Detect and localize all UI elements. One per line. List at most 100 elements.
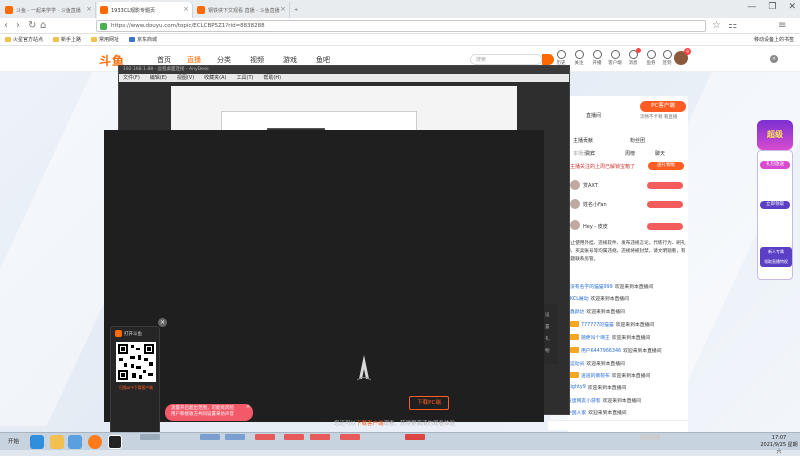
tab-close-icon[interactable]: ×: [183, 5, 189, 13]
header-message[interactable]: 消息: [624, 48, 642, 66]
taskbar-item[interactable]: [405, 434, 425, 440]
browser-tab-1[interactable]: 斗鱼 - 一起来学学 · 斗鱼直播 ×: [2, 2, 96, 18]
close-window-button[interactable]: ✕: [788, 2, 796, 12]
panel-tab-fans[interactable]: 粉丝团: [630, 137, 645, 144]
ie-browser-icon[interactable]: [30, 435, 44, 449]
nav-fishbar[interactable]: 鱼吧: [316, 55, 330, 65]
rank-badge: [647, 223, 683, 230]
mobile-bookmarks[interactable]: 移动设备上的书签: [754, 36, 794, 43]
active-app-icon[interactable]: [108, 435, 122, 449]
room-section-label: 直播间: [586, 113, 602, 119]
side-label[interactable]: 礼: [545, 336, 550, 342]
bookmark-item[interactable]: 常用网址: [91, 36, 119, 43]
new-tab-button[interactable]: +: [291, 2, 305, 18]
panel-tab-host[interactable]: 主播贡献: [573, 137, 593, 144]
qr-download-card[interactable]: 打开斗鱼 扫描APP下载客户端: [110, 326, 160, 438]
back-icon[interactable]: ‹: [4, 20, 8, 31]
toast-close-icon[interactable]: ×: [246, 404, 252, 410]
promo-widget[interactable]: 超级 礼包放送 立即领取 新人专属 领取直播特权: [757, 120, 793, 290]
panel-tab-chat[interactable]: 聊天: [655, 150, 665, 157]
nav-video[interactable]: 视频: [250, 55, 264, 65]
rank-avatar[interactable]: [570, 199, 580, 209]
taskbar-item[interactable]: [340, 434, 360, 440]
extensions-icon[interactable]: ⚏: [728, 20, 737, 31]
video-player[interactable]: 下载PC端 您还可以下载客户端观看，获得更高清的观看体验: [104, 130, 544, 427]
nav-home[interactable]: 首页: [157, 55, 171, 65]
browser-tab-bar: 斗鱼 - 一起来学学 · 斗鱼直播 × 1933CL观影专题页 × 钢铁侠下文观…: [0, 0, 800, 18]
panel-tab-weekly[interactable]: 周榜: [625, 150, 635, 157]
menu-edit[interactable]: 编辑(E): [150, 74, 167, 82]
side-label[interactable]: 设: [545, 312, 550, 318]
rank-badge: [647, 201, 683, 208]
rank-name[interactable]: 姓名小Fan: [583, 201, 607, 208]
browser-nav-bar: ‹ › ↻ ⌂ https://www.douyu.com/topic/ECLC…: [0, 18, 800, 34]
folder-icon: [53, 37, 60, 42]
tab-close-icon[interactable]: ×: [280, 5, 286, 13]
browser-tab-2[interactable]: 1933CL观影专题页 ×: [97, 2, 193, 18]
download-client-button[interactable]: 下载PC端: [409, 396, 449, 410]
header-follow[interactable]: 关注: [570, 50, 588, 66]
bookmark-star-icon[interactable]: ☆: [712, 20, 721, 31]
address-bar[interactable]: https://www.douyu.com/topic/ECLCBP5Z1?ri…: [96, 20, 706, 32]
rank-badge: [647, 182, 683, 189]
taskbar-item[interactable]: [255, 434, 275, 440]
taskbar-item[interactable]: [284, 434, 304, 440]
rank-avatar[interactable]: [570, 180, 580, 190]
refresh-icon[interactable]: ↻: [28, 20, 36, 31]
tab-label: 1933CL观影专题页: [111, 7, 156, 14]
rank-name[interactable]: Hey - 皮皮: [583, 223, 608, 230]
menu-favorites[interactable]: 收藏夹(A): [204, 74, 226, 82]
window-controls: — ❐ ✕: [747, 2, 796, 12]
nav-category[interactable]: 分类: [217, 55, 231, 65]
search-input[interactable]: 搜索: [470, 54, 542, 65]
media-icon[interactable]: [68, 435, 82, 449]
taskbar-item[interactable]: [140, 434, 160, 440]
bookmark-item[interactable]: 火星官方站点: [5, 36, 43, 43]
taskbar-item[interactable]: [225, 434, 245, 440]
header-client[interactable]: 客户端: [606, 50, 624, 66]
chat-input-bar[interactable]: [548, 420, 688, 430]
chat-message: 鑫颜达 欢迎来到本直播间: [570, 309, 625, 315]
folder-icon: [5, 37, 11, 42]
minimize-button[interactable]: —: [747, 2, 756, 12]
system-clock[interactable]: 17:07 2021/9/25 星期六: [758, 435, 800, 456]
bookmark-item[interactable]: 京东商城: [129, 36, 157, 43]
chat-message: KCL展动 欢迎来到本直播间: [570, 296, 629, 302]
taskbar-item[interactable]: [310, 434, 330, 440]
qr-close-icon[interactable]: ×: [158, 318, 167, 327]
menu-view[interactable]: 视图(V): [177, 74, 194, 82]
tab-close-icon[interactable]: ×: [86, 5, 92, 13]
pc-client-button[interactable]: PC客户端: [640, 101, 686, 112]
promo-cta-button[interactable]: 新人专属 领取直播特权: [760, 247, 792, 267]
side-label[interactable]: 置: [545, 324, 550, 330]
maximize-button[interactable]: ❐: [768, 2, 776, 12]
firefox-icon[interactable]: [88, 435, 102, 449]
join-fanclub-button[interactable]: 送礼物啦: [648, 162, 684, 170]
promo-line-2[interactable]: 立即领取: [760, 201, 790, 209]
home-icon[interactable]: ⌂: [40, 20, 46, 31]
tray-icon[interactable]: [640, 434, 660, 440]
promo-close-icon[interactable]: ×: [770, 55, 778, 63]
menu-file[interactable]: 文件(F): [123, 74, 140, 82]
start-button[interactable]: 开始: [2, 436, 26, 448]
browser-tab-3[interactable]: 钢铁侠下文观看 直播 - 斗鱼直播 ×: [194, 2, 290, 18]
download-client-link[interactable]: 下载客户端: [356, 421, 384, 427]
header-broadcast[interactable]: 开播: [588, 50, 606, 66]
file-explorer-icon[interactable]: [50, 435, 64, 449]
nav-games[interactable]: 游戏: [283, 55, 297, 65]
taskbar-item[interactable]: [200, 434, 220, 440]
douyu-logo-icon: [115, 330, 122, 337]
header-history[interactable]: 历史: [552, 50, 570, 66]
menu-help[interactable]: 帮助(H): [263, 74, 281, 82]
nav-live[interactable]: 直播: [187, 55, 201, 65]
rank-name[interactable]: 赏AXT: [583, 182, 598, 189]
menu-tools[interactable]: 工具(T): [237, 74, 254, 82]
bookmark-item[interactable]: 新手上路: [53, 36, 81, 43]
promo-title: 超级: [757, 120, 793, 150]
side-label[interactable]: 物: [545, 348, 550, 354]
menu-icon[interactable]: ≡: [778, 20, 786, 31]
bookmarks-bar: 火星官方站点 新手上路 常用网址 京东商城: [0, 34, 800, 46]
rank-avatar[interactable]: [570, 220, 580, 230]
forward-icon[interactable]: ›: [16, 20, 20, 31]
remote-window-title: 192.168.1.88 - 远程桌面连接 - AnyDesk: [119, 66, 569, 74]
